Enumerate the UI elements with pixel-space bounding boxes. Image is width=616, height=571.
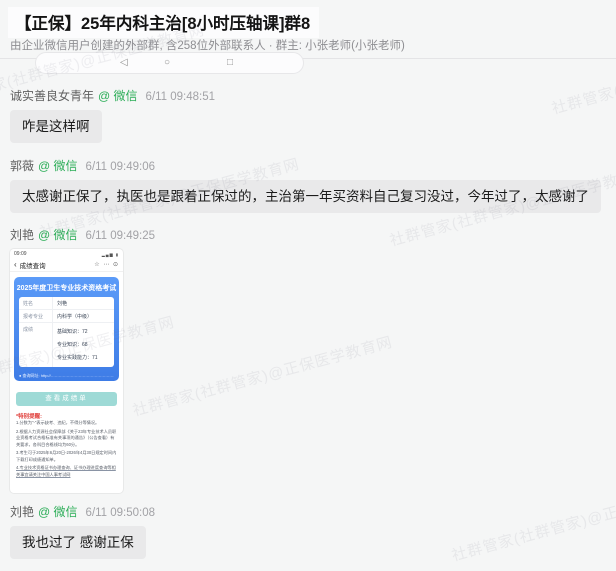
status-time: 09:09 [14,251,27,257]
reminder-list: 1.分数为"-"表示缺考、违纪，不得分等情况。 2.根据人力资源社会保障部《关于… [16,420,117,480]
phone-nav-bar: ‹ 成绩查询 ☆ ⋯ ⊙ [10,258,123,272]
via-wechat-tag: @ 微信 [38,228,78,242]
view-score-button: 查看成绩单 [16,392,117,406]
phone-nav-title: 成绩查询 [20,260,46,270]
chat-message: 刘艳 @ 微信 6/11 09:50:08 我也过了 感谢正保 [10,504,606,559]
message-time: 6/11 09:49:06 [86,161,156,173]
message-meta: 刘艳 @ 微信 6/11 09:50:08 [10,504,606,520]
score-line: 专业实践能力：71 [57,352,98,365]
group-subtitle: 由企业微信用户创建的外部群, 含258位外部联系人 · 群主: 小张老师(小张老… [10,37,405,53]
table-row: 成绩 基础知识：72 专业知识：68 专业实践能力：71 [19,323,114,367]
sender-name[interactable]: 刘艳 [10,228,34,242]
android-navigation-bar: ◁ ○ □ [35,52,304,74]
signal-battery-icons: ▂▄▆ ▮ [102,252,119,257]
row-label: 报考专业 [19,310,53,322]
row-value: 内科学（中级） [53,310,94,322]
group-title: 【正保】25年内科主治[8小时压轴课]群8 [15,10,310,34]
score-line: 专业知识：68 [57,339,98,352]
chat-message: 诚实善良女青年 @ 微信 6/11 09:48:51 咋是这样啊 [10,88,606,143]
reminder-item: 3.考生可于2025年6月20日-2026年4月30日规定时间内下载打印成绩通知… [16,450,117,463]
message-bubble[interactable]: 太感谢正保了，执医也是跟着正保过的，主治第一年买资料自己复习没过，今年过了，太感… [10,180,601,213]
message-time: 6/11 09:48:51 [146,91,216,103]
message-bubble[interactable]: 咋是这样啊 [10,110,102,143]
score-table: 姓名 刘艳 报考专业 内科学（中级） 成绩 基础知识：72 专业知识：68 [19,297,114,367]
star-more-close-icons: ☆ ⋯ ⊙ [94,261,119,268]
message-meta: 刘艳 @ 微信 6/11 09:49:25 [10,227,606,243]
back-chevron-icon: ‹ [14,260,17,269]
sender-name[interactable]: 郭薇 [10,159,34,173]
message-meta: 郭薇 @ 微信 6/11 09:49:06 [10,158,606,174]
home-circle-icon[interactable]: ○ [164,53,170,73]
via-wechat-tag: @ 微信 [98,89,138,103]
score-card: 2025年度卫生专业技术资格考试 姓名 刘艳 报考专业 内科学（中级） 成绩 [14,277,119,381]
sender-name[interactable]: 刘艳 [10,505,34,519]
chat-message: 刘艳 @ 微信 6/11 09:49:25 09:09 ▂▄▆ ▮ ‹ 成绩查询 ☆… [10,227,606,493]
reminder-item: 2.根据人力资源社会保障部《关于23年专业技术人员职业资格考试合格标准有关事项的… [16,429,117,449]
query-url-line: ● 查询网址: http://………………………………………… [19,373,114,379]
row-label: 成绩 [19,323,53,367]
table-row: 报考专业 内科学（中级） [19,310,114,323]
sender-name[interactable]: 诚实善良女青年 [10,89,94,103]
reminder-title: *特别提醒: [16,412,42,420]
message-time: 6/11 09:49:25 [86,230,156,242]
back-triangle-icon[interactable]: ◁ [120,53,128,73]
row-label: 姓名 [19,297,53,309]
group-title-box: 【正保】25年内科主治[8小时压轴课]群8 [8,7,319,38]
chat-message-list: 诚实善良女青年 @ 微信 6/11 09:48:51 咋是这样啊 郭薇 @ 微信 6/1… [10,80,606,559]
group-chat-screen: 【正保】25年内科主治[8小时压轴课]群8 由企业微信用户创建的外部群, 含25… [0,0,616,571]
reminder-item: 4.专业技术资格证书办理查询、证书办理进度查询等相关事宜请关注中国人事考试网 [16,465,117,478]
phone-status-bar: 09:09 ▂▄▆ ▮ [10,249,123,258]
via-wechat-tag: @ 微信 [38,505,78,519]
via-wechat-tag: @ 微信 [38,159,78,173]
score-screenshot-image[interactable]: 09:09 ▂▄▆ ▮ ‹ 成绩查询 ☆ ⋯ ⊙ 2025年度卫生专业技术资格考… [10,249,123,493]
message-meta: 诚实善良女青年 @ 微信 6/11 09:48:51 [10,88,606,104]
message-bubble[interactable]: 我也过了 感谢正保 [10,526,146,559]
score-line: 基础知识：72 [57,326,98,339]
row-value: 刘艳 [53,297,69,309]
chat-message: 郭薇 @ 微信 6/11 09:49:06 太感谢正保了，执医也是跟着正保过的，主治… [10,158,606,213]
recents-square-icon[interactable]: □ [227,53,233,73]
row-value: 基础知识：72 专业知识：68 专业实践能力：71 [53,323,100,367]
table-row: 姓名 刘艳 [19,297,114,310]
reminder-item: 1.分数为"-"表示缺考、违纪，不得分等情况。 [16,420,117,427]
message-time: 6/11 09:50:08 [86,507,156,519]
exam-title: 2025年度卫生专业技术资格考试 [14,277,119,293]
